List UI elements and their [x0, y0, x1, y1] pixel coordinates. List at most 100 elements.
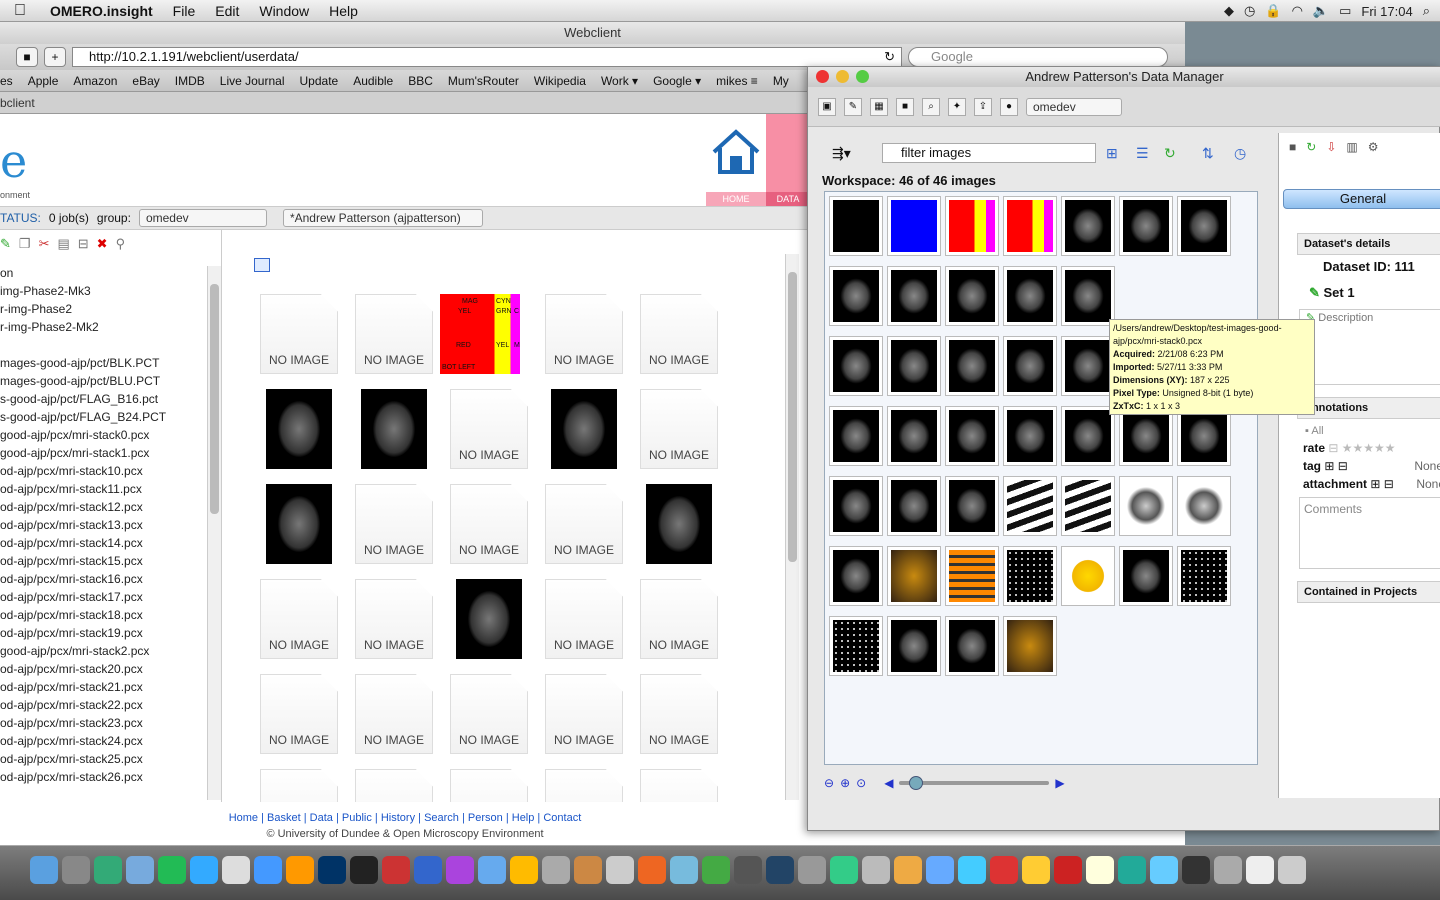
- image-thumbnail[interactable]: [1061, 266, 1115, 326]
- tree-item[interactable]: od-ajp/pcx/mri-stack15.pcx: [0, 552, 221, 570]
- image-thumbnail[interactable]: [829, 336, 883, 396]
- viewer-icon[interactable]: ■: [896, 97, 914, 116]
- tree-item[interactable]: od-ajp/pcx/mri-stack18.pcx: [0, 606, 221, 624]
- menu-help[interactable]: Help: [319, 3, 368, 19]
- image-thumbnail[interactable]: [1061, 336, 1115, 396]
- tree-item[interactable]: od-ajp/pcx/mri-stack21.pcx: [0, 678, 221, 696]
- bookmark-imdb[interactable]: IMDB: [175, 74, 205, 88]
- dropbox-icon[interactable]: ◆: [1224, 3, 1234, 19]
- dock-app-icon[interactable]: [670, 856, 698, 884]
- dock-app-icon[interactable]: [1118, 856, 1146, 884]
- image-thumbnail[interactable]: [1003, 266, 1057, 326]
- image-thumbnail[interactable]: [1177, 476, 1231, 536]
- menu-app-name[interactable]: OMERO.insight: [40, 3, 163, 19]
- projects-header[interactable]: Contained in Projects: [1297, 581, 1440, 603]
- apple-icon[interactable]: : [0, 2, 40, 20]
- menu-edit[interactable]: Edit: [205, 3, 249, 19]
- jobs-count[interactable]: 0 job(s): [49, 211, 89, 225]
- dock-app-icon[interactable]: [478, 856, 506, 884]
- grid-icon[interactable]: ▦: [870, 97, 888, 116]
- clock-icon[interactable]: ◷: [1244, 3, 1255, 19]
- no-image-thumbnail[interactable]: NO IMAGE: [545, 579, 623, 659]
- zoom-window-icon[interactable]: [856, 70, 869, 83]
- dock-app-icon[interactable]: [190, 856, 218, 884]
- image-thumbnail[interactable]: [1003, 546, 1057, 606]
- annotate-icon[interactable]: ✎: [844, 97, 862, 116]
- battery-icon[interactable]: ▭: [1339, 3, 1351, 19]
- scroll-thumb[interactable]: [788, 272, 797, 562]
- tree-item[interactable]: od-ajp/pcx/mri-stack16.pcx: [0, 570, 221, 588]
- url-field[interactable]: http://10.2.1.191/webclient/userdata/ ↻: [72, 47, 902, 67]
- tree-item[interactable]: od-ajp/pcx/mri-stack19.pcx: [0, 624, 221, 642]
- dock-app-icon[interactable]: [254, 856, 282, 884]
- image-thumbnail[interactable]: [829, 616, 883, 676]
- layout-icon[interactable]: ⇶▾: [832, 145, 851, 162]
- close-window-icon[interactable]: [816, 70, 829, 83]
- image-thumbnail[interactable]: [1177, 406, 1231, 466]
- dock-app-icon[interactable]: [1086, 856, 1114, 884]
- center-scrollbar[interactable]: [785, 254, 799, 800]
- download-icon[interactable]: ⇩: [1326, 140, 1336, 154]
- annotations-all[interactable]: ▪ All: [1305, 425, 1324, 437]
- footer-link-history[interactable]: History: [381, 812, 415, 824]
- copy-icon[interactable]: ❐: [19, 236, 31, 252]
- bookmark-update[interactable]: Update: [300, 74, 339, 88]
- image-thumbnail[interactable]: [887, 266, 941, 326]
- lock-icon[interactable]: 🔒: [1265, 3, 1281, 19]
- no-image-thumbnail[interactable]: NO IMAGE: [640, 389, 718, 469]
- image-thumbnail[interactable]: [887, 616, 941, 676]
- no-image-thumbnail[interactable]: NO IMAGE: [640, 769, 718, 802]
- bookmark-my[interactable]: My: [773, 74, 789, 88]
- image-thumbnail[interactable]: [1119, 476, 1173, 536]
- dock-app-icon[interactable]: [926, 856, 954, 884]
- image-thumbnail[interactable]: [945, 266, 999, 326]
- image-thumbnail[interactable]: [1177, 546, 1231, 606]
- menubar-clock[interactable]: Fri 17:04: [1361, 4, 1412, 19]
- tree-item[interactable]: od-ajp/pcx/mri-stack20.pcx: [0, 660, 221, 678]
- people-icon[interactable]: ●: [1000, 97, 1018, 116]
- dock-app-icon[interactable]: [222, 856, 250, 884]
- bookmark-wikipedia[interactable]: Wikipedia: [534, 74, 586, 88]
- image-thumbnail[interactable]: [887, 406, 941, 466]
- dock-app-icon[interactable]: [126, 856, 154, 884]
- dock-app-icon[interactable]: [574, 856, 602, 884]
- dock-app-icon[interactable]: [798, 856, 826, 884]
- image-thumbnail[interactable]: [1003, 406, 1057, 466]
- home-nav-button[interactable]: HOME: [706, 126, 766, 206]
- prev-icon[interactable]: ◀: [884, 776, 893, 790]
- zoom-out-icon[interactable]: ⊖: [824, 776, 834, 790]
- palette-icon[interactable]: ▥: [1346, 140, 1357, 154]
- no-image-thumbnail[interactable]: NO IMAGE: [355, 769, 433, 802]
- menu-window[interactable]: Window: [249, 3, 319, 19]
- footer-link-person[interactable]: Person: [468, 812, 503, 824]
- tree-item[interactable]: od-ajp/pcx/mri-stack22.pcx: [0, 696, 221, 714]
- thumbs-view-icon[interactable]: ⊞: [1106, 145, 1118, 162]
- menu-file[interactable]: File: [163, 3, 206, 19]
- scroll-thumb[interactable]: [210, 284, 219, 514]
- dock-app-icon[interactable]: [1278, 856, 1306, 884]
- browse-icon[interactable]: ▣: [818, 97, 836, 116]
- image-thumbnail[interactable]: [829, 476, 883, 536]
- mri-thumbnail[interactable]: [361, 389, 427, 469]
- cut-icon[interactable]: ✂: [39, 236, 50, 252]
- image-thumbnail[interactable]: [1061, 406, 1115, 466]
- image-thumbnail[interactable]: [1119, 546, 1173, 606]
- image-thumbnail[interactable]: [829, 196, 883, 256]
- paste-icon[interactable]: ▤: [57, 236, 69, 252]
- remove-icon[interactable]: ⊟: [78, 236, 89, 252]
- tree-item[interactable]: od-ajp/pcx/mri-stack23.pcx: [0, 714, 221, 732]
- image-thumbnail[interactable]: [829, 406, 883, 466]
- tree-item[interactable]: s-good-ajp/pct/FLAG_B24.PCT: [0, 408, 221, 426]
- data-nav-button[interactable]: DATA: [766, 114, 810, 206]
- dock-app-icon[interactable]: [62, 856, 90, 884]
- tree-item[interactable]: od-ajp/pcx/mri-stack13.pcx: [0, 516, 221, 534]
- sort-icon[interactable]: ⇅: [1202, 145, 1214, 162]
- edit-icon[interactable]: ✎: [0, 236, 11, 252]
- image-thumbnail[interactable]: [945, 546, 999, 606]
- attachment-add-icon[interactable]: ⊞ ⊟: [1370, 477, 1393, 491]
- upload-icon[interactable]: ⇪: [974, 97, 992, 116]
- dock-app-icon[interactable]: [606, 856, 634, 884]
- image-thumbnail[interactable]: [1003, 616, 1057, 676]
- no-image-thumbnail[interactable]: NO IMAGE: [450, 389, 528, 469]
- save-icon[interactable]: ■: [1289, 140, 1296, 154]
